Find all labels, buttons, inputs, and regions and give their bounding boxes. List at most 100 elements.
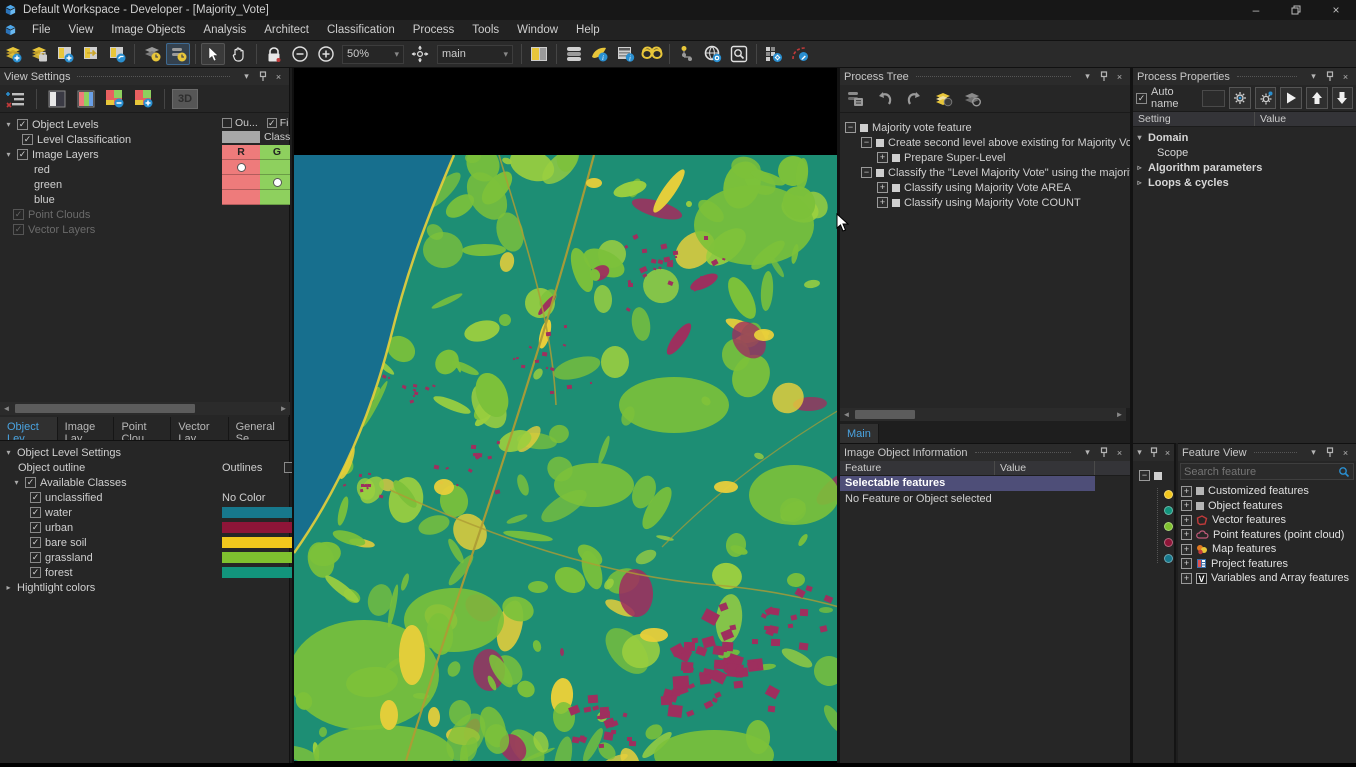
select-cursor-button[interactable] [201,43,225,65]
add-workspace-button[interactable] [53,43,77,65]
class-dot-water[interactable] [1164,554,1173,563]
class-dot-bare-soil[interactable] [1164,490,1173,499]
fv-vector-features[interactable]: +Vector features [1178,513,1356,528]
fv-map-features[interactable]: +Map features [1178,542,1356,557]
expand-icon[interactable]: ▹ [1135,163,1144,172]
expand-box-icon[interactable]: + [1181,558,1192,569]
tree-row-class-urban[interactable]: ✓urban [30,520,127,535]
layer-ops-button[interactable] [960,88,984,110]
checkbox-checked[interactable]: ✓ [17,119,28,130]
map-select[interactable]: main▾ [437,45,513,64]
pin-icon[interactable] [1097,70,1110,83]
search-input[interactable] [1184,466,1338,478]
close-icon[interactable]: × [1339,70,1352,83]
close-icon[interactable]: × [1339,446,1352,459]
lock-view-button[interactable] [262,43,286,65]
tree-row-ols-root[interactable]: ▾Object Level Settings [4,445,127,460]
radio-selected[interactable] [273,178,282,187]
collapse-icon[interactable]: ▾ [12,478,21,487]
tree-row-blue[interactable]: blue [34,192,131,207]
checkbox-checked[interactable]: ✓ [30,552,41,563]
scrollbar-thumb[interactable] [855,410,915,419]
value-column-header[interactable]: Value [995,461,1095,475]
menu-help[interactable]: Help [567,21,609,39]
remove-view-button[interactable] [103,88,127,110]
process-history-button[interactable] [166,43,190,65]
fv-project-features[interactable]: +Project features [1178,557,1356,572]
pin-icon[interactable] [1323,446,1336,459]
tree-row-class-water[interactable]: ✓water [30,505,127,520]
process-node-2[interactable]: +Prepare Super-Level [877,150,1153,165]
pp-row-algorithm-parameters[interactable]: ▹Algorithm parameters [1135,160,1354,175]
edit-vector-button[interactable] [788,43,812,65]
move-down-button[interactable] [1332,87,1354,109]
close-icon[interactable]: × [1113,70,1126,83]
layer-history-button[interactable] [140,43,164,65]
menu-classification[interactable]: Classification [318,21,404,39]
collapse-icon[interactable]: ▾ [4,150,13,159]
close-icon[interactable]: × [272,70,285,83]
undo-button[interactable] [873,88,897,110]
scroll-right-icon[interactable]: ► [1113,410,1126,419]
edit-algorithm-button[interactable] [1229,87,1251,109]
tree-row-highlight-colors[interactable]: ▸Hightlight colors [4,580,127,595]
class-dot-forest[interactable] [1164,506,1173,515]
expand-box-icon[interactable]: + [1181,486,1192,497]
classified-map-image[interactable] [294,155,839,761]
panel-menu-icon[interactable]: ▾ [1081,446,1094,459]
menu-file[interactable]: File [23,21,60,39]
minimize-button[interactable]: – [1236,0,1276,20]
process-tree-button[interactable] [675,43,699,65]
new-project-button[interactable] [1,43,25,65]
pin-icon[interactable] [1148,446,1159,459]
horizontal-scrollbar[interactable]: ◄ ► [0,402,290,415]
class-color-swatch-bare-soil[interactable] [222,537,302,548]
collapse-icon[interactable]: ▾ [1135,133,1144,142]
checkbox-checked[interactable]: ✓ [25,477,36,488]
scroll-right-icon[interactable]: ► [277,404,290,413]
expand-icon[interactable]: ▹ [1135,178,1144,187]
panel-menu-icon[interactable]: ▾ [1081,70,1094,83]
panel-menu-icon[interactable]: ▾ [1134,446,1145,459]
edit-level-button[interactable] [4,88,28,110]
auto-name-checkbox[interactable]: ✓ [1136,93,1147,104]
collapse-icon[interactable]: ▾ [4,448,13,457]
checkbox-checked[interactable]: ✓ [22,134,33,145]
manage-plates-button[interactable] [762,43,786,65]
outline-checkbox[interactable] [222,118,232,128]
collapse-icon[interactable]: ▾ [4,120,13,129]
scroll-left-icon[interactable]: ◄ [0,404,13,413]
tree-row-class-bare-soil[interactable]: ✓bare soil [30,535,127,550]
show-classification-button[interactable] [640,43,664,65]
checkbox-checked[interactable]: ✓ [30,507,41,518]
redo-button[interactable] [902,88,926,110]
expand-box-icon[interactable]: + [1181,544,1192,555]
red-channel-column[interactable]: R [222,145,260,205]
scrollbar-thumb[interactable] [15,404,195,413]
strip-root-row[interactable]: − [1139,470,1162,481]
pan-hand-button[interactable] [227,43,251,65]
fv-object-features[interactable]: +Object features [1178,499,1356,514]
pp-row-domain[interactable]: ▾Domain [1135,130,1354,145]
pin-icon[interactable] [256,70,269,83]
close-icon[interactable]: × [1162,446,1173,459]
class-color-swatch-grassland[interactable] [222,552,302,563]
expand-box-icon[interactable]: + [1181,573,1192,584]
expand-box-icon[interactable]: + [1181,529,1192,540]
zoom-out-button[interactable] [288,43,312,65]
feature-search-box[interactable] [1180,463,1354,480]
zoom-in-button[interactable] [314,43,338,65]
collapse-box-icon[interactable]: − [1139,470,1150,481]
menu-analysis[interactable]: Analysis [194,21,255,39]
move-up-button[interactable] [1306,87,1328,109]
panel-menu-icon[interactable]: ▾ [1307,446,1320,459]
class-color-swatch-urban[interactable] [222,522,302,533]
value-column-header[interactable]: Value [1255,112,1356,126]
collapse-box-icon[interactable]: − [861,137,872,148]
collapse-box-icon[interactable]: − [845,122,856,133]
pin-icon[interactable] [1097,446,1110,459]
tree-row-image-layers[interactable]: ▾✓Image Layers [4,147,131,162]
tree-row-object-levels[interactable]: ▾✓Object Levels [4,117,131,132]
process-node-5[interactable]: +Classify using Majority Vote COUNT [877,195,1153,210]
pp-row-loops-cycles[interactable]: ▹Loops & cycles [1135,175,1354,190]
